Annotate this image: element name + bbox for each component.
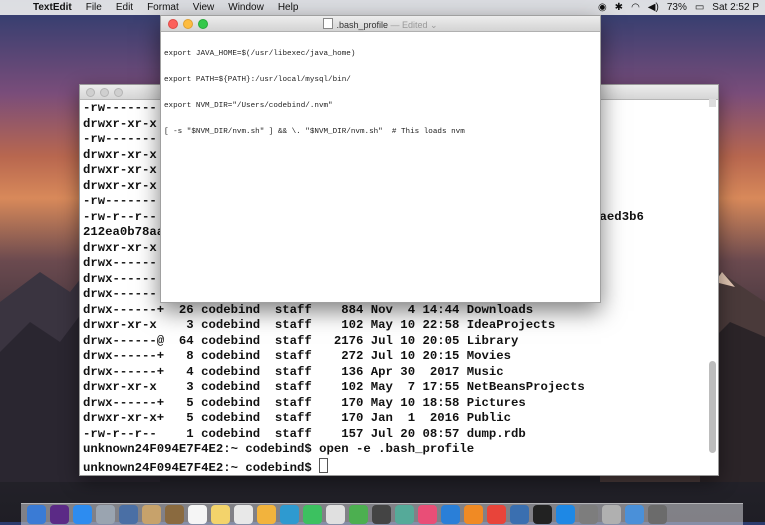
dock-app-icon[interactable]: [487, 505, 506, 524]
battery-percent[interactable]: 73%: [667, 2, 687, 13]
terminal-line: -rw-r--r-- 1 codebind staff 157 Jul 20 0…: [83, 426, 526, 441]
clock[interactable]: Sat 2:52 P: [712, 2, 759, 13]
terminal-line: drwx------+ 26 codebind staff 884 Nov 4 …: [83, 302, 534, 317]
terminal-line: drwx------+ 4 codebind staff 136 Apr 30 …: [83, 364, 504, 379]
volume-icon[interactable]: ◀): [648, 2, 659, 13]
dock-app-icon[interactable]: [602, 505, 621, 524]
terminal-scrollbar[interactable]: [709, 361, 716, 453]
dock-app-icon[interactable]: [165, 505, 184, 524]
dock-app-icon[interactable]: [625, 505, 644, 524]
document-line: export PATH=${PATH}:/usr/local/mysql/bin…: [164, 75, 351, 84]
menu-file[interactable]: File: [79, 2, 109, 13]
textedit-document[interactable]: export JAVA_HOME=$(/usr/libexec/java_hom…: [164, 33, 597, 153]
menu-format[interactable]: Format: [140, 2, 186, 13]
dock-app-icon[interactable]: [441, 505, 460, 524]
dock-app-icon[interactable]: [418, 505, 437, 524]
terminal-line: drwx------+ 8 codebind staff 272 Jul 10 …: [83, 349, 512, 363]
menu-view[interactable]: View: [186, 2, 222, 13]
terminal-line: drwx------@ 64 codebind staff 2176 Jul 1…: [83, 333, 519, 348]
menu-window[interactable]: Window: [221, 2, 271, 13]
terminal-line: drwxr-xr-x 3 codebind staff 102 May 10 2…: [83, 318, 556, 332]
terminal-line: drwxr-xr-x+ 5 codebind staff 170 Jan 1 2…: [83, 411, 512, 425]
dock-app-icon[interactable]: [533, 505, 552, 524]
terminal-close-button[interactable]: [86, 88, 95, 97]
dock-app-icon[interactable]: [303, 505, 322, 524]
document-status[interactable]: — Edited ⌄: [391, 20, 438, 30]
textedit-title: .bash_profile — Edited ⌄: [161, 18, 600, 31]
terminal-prompt: unknown24F094E7F4E2:~ codebind$: [83, 460, 320, 475]
menu-edit[interactable]: Edit: [109, 2, 140, 13]
menu-bar: TextEdit File Edit Format View Window He…: [0, 0, 765, 15]
dock-app-icon[interactable]: [648, 505, 667, 524]
dock-app-icon[interactable]: [510, 505, 529, 524]
terminal-zoom-button[interactable]: [114, 88, 123, 97]
terminal-line: unknown24F094E7F4E2:~ codebind$ open -e …: [83, 442, 475, 456]
dock-app-icon[interactable]: [119, 505, 138, 524]
dock-app-icon[interactable]: [96, 505, 115, 524]
dock-app-icon[interactable]: [211, 505, 230, 524]
terminal-prompt-line[interactable]: unknown24F094E7F4E2:~ codebind$: [83, 457, 706, 475]
dock-app-icon[interactable]: [395, 505, 414, 524]
dock-app-icon[interactable]: [27, 505, 46, 524]
document-line: export NVM_DIR="/Users/codebind/.nvm": [164, 101, 333, 110]
menu-app-textedit[interactable]: TextEdit: [26, 2, 79, 13]
document-line: export JAVA_HOME=$(/usr/libexec/java_hom…: [164, 50, 356, 59]
dock-app-icon[interactable]: [326, 505, 345, 524]
textedit-titlebar[interactable]: .bash_profile — Edited ⌄: [161, 16, 600, 32]
dock-app-icon[interactable]: [464, 505, 483, 524]
dock-app-icon[interactable]: [579, 505, 598, 524]
textedit-window[interactable]: .bash_profile — Edited ⌄ export JAVA_HOM…: [160, 15, 601, 303]
menu-help[interactable]: Help: [271, 2, 306, 13]
terminal-line: drwx------+ 5 codebind staff 170 May 10 …: [83, 395, 526, 410]
dock-app-icon[interactable]: [142, 505, 161, 524]
document-icon: [323, 18, 334, 29]
dock-app-icon[interactable]: [257, 505, 276, 524]
document-line: [ -s "$NVM_DIR/nvm.sh" ] && \. "$NVM_DIR…: [164, 127, 465, 136]
dock-app-icon[interactable]: [188, 505, 207, 524]
terminal-line: drwxr-xr-x 3 codebind staff 102 May 7 17…: [83, 380, 585, 394]
dock-app-icon[interactable]: [280, 505, 299, 524]
terminal-scroll-top: [709, 99, 716, 107]
terminal-minimize-button[interactable]: [100, 88, 109, 97]
dock-app-icon[interactable]: [372, 505, 391, 524]
dock-app-icon[interactable]: [50, 505, 69, 524]
terminal-cursor: [319, 457, 329, 473]
document-name: .bash_profile: [336, 20, 388, 30]
notifications-icon[interactable]: ◉: [598, 2, 607, 13]
dock-app-icon[interactable]: [234, 505, 253, 524]
dock-app-icon[interactable]: [73, 505, 92, 524]
bluetooth-icon[interactable]: ✱: [615, 2, 623, 13]
battery-icon[interactable]: ▭: [695, 2, 704, 13]
dock-app-icon[interactable]: [556, 505, 575, 524]
dock-app-icon[interactable]: [349, 505, 368, 524]
wifi-icon[interactable]: ◠: [631, 2, 640, 13]
